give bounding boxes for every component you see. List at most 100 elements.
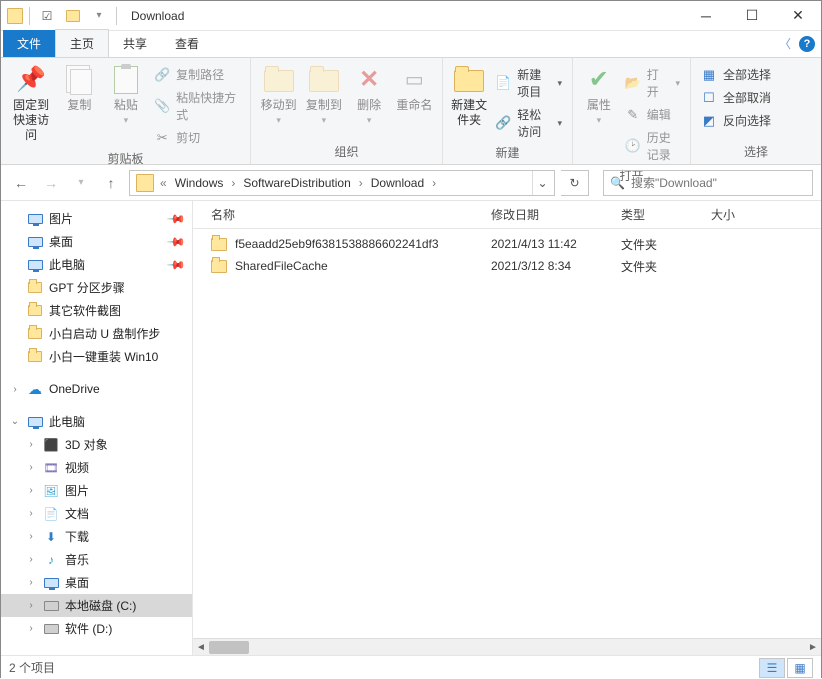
tree-item[interactable]: 其它软件截图: [1, 299, 192, 322]
address-dropdown-button[interactable]: ⌄: [532, 171, 552, 195]
invert-selection-button[interactable]: ◩反向选择: [697, 110, 775, 131]
file-row[interactable]: SharedFileCache 2021/3/12 8:34 文件夹: [203, 255, 821, 277]
properties-button[interactable]: ✔ 属性 ▾: [579, 62, 619, 128]
delete-button[interactable]: ✕ 删除 ▾: [348, 62, 391, 128]
tree-item-drive-c[interactable]: ›本地磁盘 (C:): [1, 594, 192, 617]
crumb-windows[interactable]: Windows: [169, 171, 230, 195]
tab-view[interactable]: 查看: [161, 30, 213, 57]
paste-shortcut-button[interactable]: 📎粘贴快捷方式: [150, 87, 244, 125]
tree-item[interactable]: GPT 分区步骤: [1, 276, 192, 299]
col-name[interactable]: 名称: [203, 206, 483, 223]
horizontal-scrollbar[interactable]: ◄ ►: [193, 638, 821, 655]
details-view-button[interactable]: ☰: [759, 658, 785, 678]
close-button[interactable]: ✕: [775, 1, 821, 31]
icons-view-button[interactable]: ▦: [787, 658, 813, 678]
tree-item-documents[interactable]: ›📄文档: [1, 502, 192, 525]
recent-button[interactable]: ▾: [69, 171, 93, 195]
file-row[interactable]: f5eaadd25eb9f6381538886602241df3 2021/4/…: [203, 233, 821, 255]
tree-item-videos[interactable]: ›🎞视频: [1, 456, 192, 479]
group-label: 选择: [691, 141, 821, 164]
scroll-thumb[interactable]: [209, 641, 249, 654]
open-icon: 📂: [625, 75, 641, 91]
address-bar[interactable]: « Windows › SoftwareDistribution › Downl…: [129, 170, 555, 196]
chevron-icon[interactable]: ›: [357, 176, 365, 190]
forward-button[interactable]: →: [39, 171, 63, 195]
up-button[interactable]: ↑: [99, 171, 123, 195]
new-folder-button[interactable]: 新建文件夹: [449, 62, 489, 130]
crumb-softwaredistribution[interactable]: SoftwareDistribution: [237, 171, 356, 195]
tree-item-3d[interactable]: ›⬛3D 对象: [1, 433, 192, 456]
tree-item-music[interactable]: ›♪音乐: [1, 548, 192, 571]
tree-item-drive-d[interactable]: ›软件 (D:): [1, 617, 192, 640]
qat-properties-button[interactable]: ☑: [36, 5, 58, 27]
tree-item[interactable]: 小白一键重装 Win10: [1, 345, 192, 368]
tree-item[interactable]: 小白启动 U 盘制作步: [1, 322, 192, 345]
history-button[interactable]: 🕑历史记录: [621, 127, 684, 165]
copy-path-button[interactable]: 🔗复制路径: [150, 64, 244, 85]
search-box[interactable]: 🔍: [603, 170, 813, 196]
copy-button[interactable]: 复制: [57, 62, 101, 115]
help-button[interactable]: ?: [799, 36, 815, 52]
search-input[interactable]: [631, 176, 806, 190]
breadcrumb-prefix[interactable]: «: [158, 176, 169, 190]
tree-item-desktop2[interactable]: ›桌面: [1, 571, 192, 594]
col-date[interactable]: 修改日期: [483, 206, 613, 223]
easy-access-button[interactable]: 🔗轻松访问▾: [491, 104, 566, 142]
paste-button[interactable]: 粘贴 ▾: [104, 62, 148, 128]
ribbon-group-select: ▦全部选择 ☐全部取消 ◩反向选择 选择: [691, 58, 821, 164]
open-button[interactable]: 📂打开▾: [621, 64, 684, 102]
tab-share[interactable]: 共享: [109, 30, 161, 57]
file-list[interactable]: f5eaadd25eb9f6381538886602241df3 2021/4/…: [193, 229, 821, 638]
collapse-ribbon-button[interactable]: 〈: [779, 35, 791, 52]
minimize-button[interactable]: ─: [683, 1, 729, 31]
chevron-icon[interactable]: ›: [229, 176, 237, 190]
select-none-button[interactable]: ☐全部取消: [697, 87, 775, 108]
group-label: 剪贴板: [1, 148, 250, 171]
label: 粘贴: [114, 98, 138, 113]
crumb-download[interactable]: Download: [365, 171, 430, 195]
new-folder-icon: [453, 64, 485, 96]
navigation-tree[interactable]: 图片📌 桌面📌 此电脑📌 GPT 分区步骤 其它软件截图 小白启动 U 盘制作步…: [1, 201, 193, 655]
scroll-left-button[interactable]: ◄: [193, 639, 209, 655]
tree-item-desktop[interactable]: 桌面📌: [1, 230, 192, 253]
col-size[interactable]: 大小: [703, 206, 763, 223]
qat-customize-button[interactable]: ▾: [88, 5, 110, 27]
tree-item-thispc-root[interactable]: ⌄此电脑: [1, 410, 192, 433]
col-type[interactable]: 类型: [613, 206, 703, 223]
chevron-icon[interactable]: ›: [430, 176, 438, 190]
new-item-button[interactable]: 📄新建项目▾: [491, 64, 566, 102]
copy-to-button[interactable]: 复制到 ▾: [302, 62, 345, 128]
tree-item-pictures[interactable]: 图片📌: [1, 207, 192, 230]
pin-quick-access-button[interactable]: 📌 固定到快速访问: [7, 62, 55, 145]
pictures-icon: 🖼: [43, 483, 59, 499]
qat-new-folder-button[interactable]: [62, 5, 84, 27]
cut-button[interactable]: ✂剪切: [150, 127, 244, 148]
tree-item-onedrive[interactable]: ›☁OneDrive: [1, 378, 192, 400]
cloud-icon: ☁: [27, 381, 43, 397]
move-to-button[interactable]: 移动到 ▾: [257, 62, 300, 128]
folder-icon: [27, 349, 43, 365]
tab-file[interactable]: 文件: [3, 30, 55, 57]
rename-button[interactable]: ▭ 重命名: [393, 62, 436, 115]
download-icon: ⬇: [43, 529, 59, 545]
ribbon-group-clipboard: 📌 固定到快速访问 复制 粘贴 ▾ 🔗复制路径 📎粘贴快捷方式 ✂剪切 剪贴板: [1, 58, 251, 164]
delete-icon: ✕: [353, 64, 385, 96]
shortcut-icon: 📎: [154, 98, 170, 114]
music-icon: ♪: [43, 552, 59, 568]
select-all-button[interactable]: ▦全部选择: [697, 64, 775, 85]
tree-item-thispc[interactable]: 此电脑📌: [1, 253, 192, 276]
pc-icon: [27, 414, 43, 430]
status-text: 2 个项目: [9, 659, 55, 676]
edit-button[interactable]: ✎编辑: [621, 104, 684, 125]
tab-home[interactable]: 主页: [55, 29, 109, 57]
back-button[interactable]: ←: [9, 171, 33, 195]
refresh-button[interactable]: ↻: [561, 170, 589, 196]
moveto-icon: [263, 64, 295, 96]
tree-item-pictures2[interactable]: ›🖼图片: [1, 479, 192, 502]
maximize-button[interactable]: ☐: [729, 1, 775, 31]
folder-icon: [27, 280, 43, 296]
scroll-right-button[interactable]: ►: [805, 639, 821, 655]
easy-access-icon: 🔗: [495, 115, 511, 131]
tree-item-downloads[interactable]: ›⬇下载: [1, 525, 192, 548]
desktop-icon: [27, 234, 43, 250]
